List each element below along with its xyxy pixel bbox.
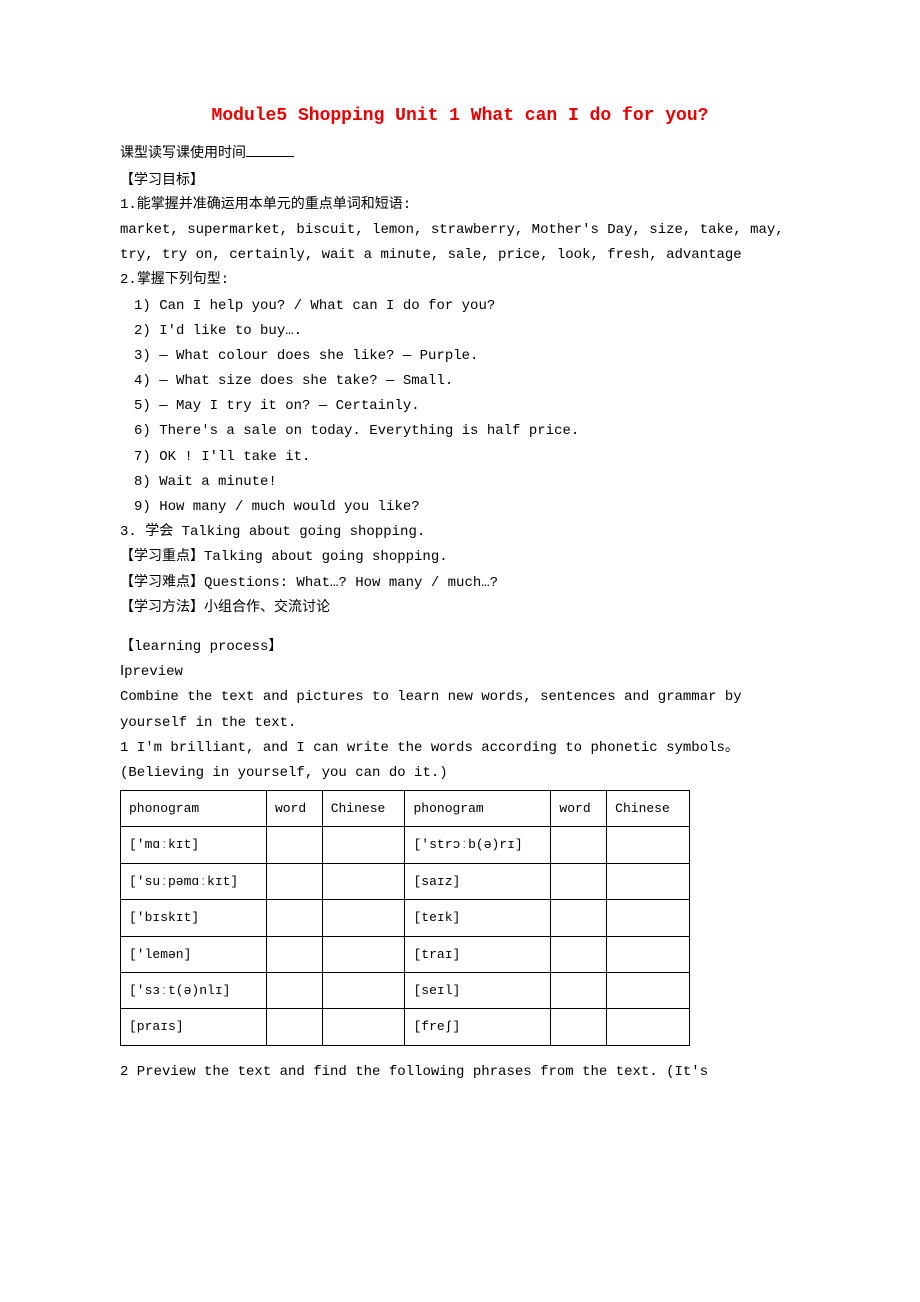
table-row: ['bɪskɪt] [teɪk] [121,900,690,936]
col-phonogram-2: phonogram [405,791,551,827]
table-header-row: phonogram word Chinese phonogram word Ch… [121,791,690,827]
pattern-8: 8) Wait a minute! [134,470,800,495]
section-goals-title: 【学习目标】 [120,168,800,193]
table-row: ['lemən] [traɪ] [121,936,690,972]
col-chinese-1: Chinese [322,791,405,827]
difficulty-line: 【学习难点】Questions: What…? How many / much…… [120,571,800,596]
pattern-4: 4) — What size does she take? — Small. [134,369,800,394]
cell-chinese[interactable] [607,827,690,863]
cell-chinese[interactable] [322,827,405,863]
cell-word[interactable] [266,863,322,899]
cell-chinese[interactable] [607,936,690,972]
focus-line: 【学习重点】Talking about going shopping. [120,545,800,570]
cell-word[interactable] [551,973,607,1009]
table-row: ['mɑːkɪt] ['strɔːb(ə)rɪ] [121,827,690,863]
pattern-6: 6) There's a sale on today. Everything i… [134,419,800,444]
subtitle-text: 课型读写课使用时间 [120,146,246,162]
cell-phonogram: ['mɑːkɪt] [121,827,267,863]
goal-1: 1.能掌握并准确运用本单元的重点单词和短语: [120,193,800,218]
cell-phonogram: ['bɪskɪt] [121,900,267,936]
cell-word[interactable] [266,827,322,863]
method-text: 小组合作、交流讨论 [204,600,330,616]
goal-2: 2.掌握下列句型: [120,268,800,293]
cell-word[interactable] [266,936,322,972]
cell-phonogram: [traɪ] [405,936,551,972]
table-row: ['suːpəmɑːkɪt] [saɪz] [121,863,690,899]
col-phonogram-1: phonogram [121,791,267,827]
cell-chinese[interactable] [607,863,690,899]
cell-chinese[interactable] [322,936,405,972]
cell-phonogram: ['lemən] [121,936,267,972]
pattern-3: 3) — What colour does she like? — Purple… [134,344,800,369]
method-line: 【学习方法】小组合作、交流讨论 [120,596,800,621]
cell-phonogram: [seɪl] [405,973,551,1009]
focus-text: Talking about going shopping. [204,549,448,565]
cell-chinese[interactable] [322,900,405,936]
pattern-2: 2) I'd like to buy…. [134,319,800,344]
subtitle-line: 课型读写课使用时间 [120,142,800,167]
exercise-1-text: 1 I'm brilliant, and I can write the wor… [120,736,800,786]
vocab-list: market, supermarket, biscuit, lemon, str… [120,218,800,268]
pattern-7: 7) OK ! I'll take it. [134,445,800,470]
cell-phonogram: [teɪk] [405,900,551,936]
cell-word[interactable] [266,973,322,1009]
goal-3: 3. 学会 Talking about going shopping. [120,520,800,545]
page-title: Module5 Shopping Unit 1 What can I do fo… [120,100,800,132]
cell-word[interactable] [551,827,607,863]
cell-word[interactable] [266,900,322,936]
cell-phonogram: ['sɜːt(ə)nlɪ] [121,973,267,1009]
exercise-2-text: 2 Preview the text and find the followin… [120,1060,800,1085]
difficulty-label: 【学习难点】 [120,575,204,591]
col-word-1: word [266,791,322,827]
cell-phonogram: ['suːpəmɑːkɪt] [121,863,267,899]
preview-text: Combine the text and pictures to learn n… [120,685,800,735]
pattern-5: 5) — May I try it on? — Certainly. [134,394,800,419]
cell-word[interactable] [266,1009,322,1045]
cell-phonogram: ['strɔːb(ə)rɪ] [405,827,551,863]
phonogram-table: phonogram word Chinese phonogram word Ch… [120,790,690,1046]
cell-word[interactable] [551,936,607,972]
preview-label: Ⅰpreview [120,660,800,685]
cell-phonogram: [freʃ] [405,1009,551,1045]
cell-phonogram: [praɪs] [121,1009,267,1045]
pattern-9: 9) How many / much would you like? [134,495,800,520]
col-chinese-2: Chinese [607,791,690,827]
cell-chinese[interactable] [607,1009,690,1045]
cell-chinese[interactable] [607,973,690,1009]
difficulty-text: Questions: What…? How many / much…? [204,575,498,591]
cell-phonogram: [saɪz] [405,863,551,899]
col-word-2: word [551,791,607,827]
pattern-1: 1) Can I help you? / What can I do for y… [134,294,800,319]
cell-word[interactable] [551,1009,607,1045]
cell-chinese[interactable] [322,863,405,899]
cell-chinese[interactable] [322,1009,405,1045]
table-row: [praɪs] [freʃ] [121,1009,690,1045]
focus-label: 【学习重点】 [120,549,204,565]
blank-field[interactable] [246,142,294,157]
cell-word[interactable] [551,863,607,899]
method-label: 【学习方法】 [120,600,204,616]
cell-chinese[interactable] [322,973,405,1009]
process-label: 【learning process】 [120,635,800,660]
cell-chinese[interactable] [607,900,690,936]
table-row: ['sɜːt(ə)nlɪ] [seɪl] [121,973,690,1009]
cell-word[interactable] [551,900,607,936]
